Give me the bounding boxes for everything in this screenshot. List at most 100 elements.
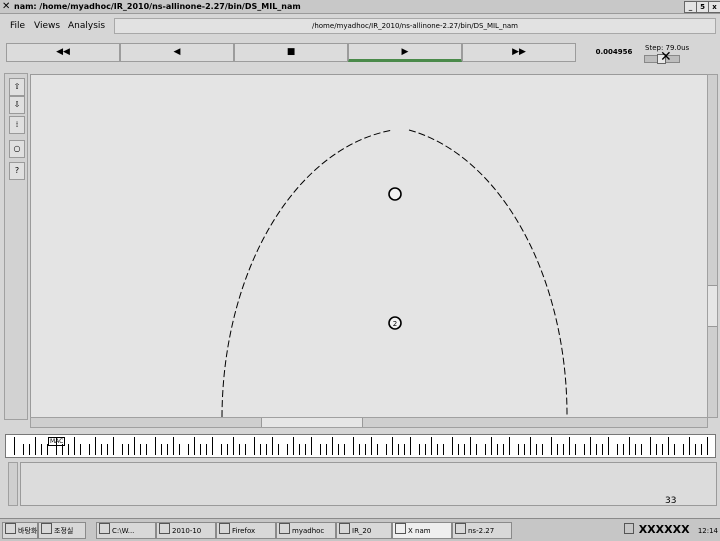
timeline-tick <box>278 444 279 455</box>
folder-icon <box>99 523 110 534</box>
timeline-tick <box>68 444 69 455</box>
timeline-tick <box>320 444 321 455</box>
menu-views[interactable]: Views <box>34 21 60 31</box>
timeline-tick <box>41 444 42 455</box>
x-window-icon: ✕ <box>2 1 11 12</box>
timeline-tick <box>74 437 75 455</box>
edit-icon[interactable]: ⁞ <box>9 116 25 134</box>
annotation-scrollbar[interactable] <box>8 462 18 506</box>
packet-timeline[interactable]: MAC <box>5 434 716 458</box>
taskbar-item-shell[interactable]: IR_20 <box>336 522 392 539</box>
timeline-tick <box>530 437 531 455</box>
timeline-tick <box>656 444 657 455</box>
menu-analysis[interactable]: Analysis <box>68 21 105 31</box>
zoom-out-icon[interactable]: ⇩ <box>9 96 25 114</box>
file-icon <box>41 523 52 534</box>
timeline-tick <box>689 437 690 455</box>
taskbar-item-myadhoc[interactable]: myadhoc <box>276 522 336 539</box>
timeline-tick <box>23 444 24 455</box>
timeline-tick <box>650 437 651 455</box>
taskbar-item-doc[interactable]: 2010-10 <box>156 522 216 539</box>
timeline-tick <box>701 444 702 455</box>
timeline-tick <box>113 437 114 455</box>
timeline-tick <box>245 444 246 455</box>
timeline-tick <box>485 444 486 455</box>
desktop-icon <box>5 523 16 534</box>
timeline-tick <box>62 444 63 455</box>
timeline-tick <box>674 444 675 455</box>
timeline-tick <box>404 444 405 455</box>
taskbar-item-ns[interactable]: ns-2.27 <box>452 522 512 539</box>
timeline-tick <box>452 437 453 455</box>
doc-icon <box>159 523 170 534</box>
tray-icon[interactable] <box>624 523 635 534</box>
current-time: 0.004956 <box>595 48 633 56</box>
timeline-tick <box>518 444 519 455</box>
timeline-tick <box>542 444 543 455</box>
timeline-tick <box>596 444 597 455</box>
timeline-tick <box>239 444 240 455</box>
play-button[interactable]: ▶ <box>348 43 462 62</box>
network-canvas[interactable]: 2 <box>30 74 708 418</box>
timeline-tick <box>590 437 591 455</box>
horizontal-scrollbar[interactable] <box>30 417 708 428</box>
shell-icon <box>339 523 350 534</box>
vertical-scroll-thumb[interactable] <box>708 285 717 327</box>
menu-file[interactable]: File <box>10 21 25 31</box>
folder-icon <box>455 523 466 534</box>
taskbar-item-desktop[interactable]: 바탕화면 <box>2 522 38 539</box>
rewind-button[interactable]: ◀◀ <box>6 43 120 62</box>
zoom-in-icon[interactable]: ⇧ <box>9 78 25 96</box>
timeline-tick <box>662 444 663 455</box>
timeline-tick <box>668 437 669 455</box>
timeline-tick <box>233 437 234 455</box>
transmission-range-right-arc <box>408 129 568 417</box>
timeline-tick <box>200 444 201 455</box>
taskbar-item-firefox[interactable]: Firefox <box>216 522 276 539</box>
timeline-tick <box>575 444 576 455</box>
taskbar-item-nam[interactable]: X nam <box>392 522 452 539</box>
slide-number: 33 <box>665 496 677 506</box>
clock: 12:14 <box>697 527 718 535</box>
timeline-tick <box>353 437 354 455</box>
circle-tool-icon[interactable]: ○ <box>9 140 25 158</box>
fast-forward-button[interactable]: ▶▶ <box>462 43 576 62</box>
timeline-tick <box>155 437 156 455</box>
timeline-tick <box>707 437 708 455</box>
timeline-tick <box>386 444 387 455</box>
transmission-range-left-arc <box>221 129 394 417</box>
timeline-tick <box>359 444 360 455</box>
title-bar: ✕ nam: /home/myadhoc/IR_2010/ns-allinone… <box>0 0 720 14</box>
timeline-tick <box>167 444 168 455</box>
timeline-tick <box>524 444 525 455</box>
timeline-tick <box>293 437 294 455</box>
horizontal-scroll-thumb[interactable] <box>261 418 363 427</box>
vertical-scrollbar[interactable] <box>707 74 718 418</box>
timeline-tick <box>371 437 372 455</box>
step-back-button[interactable]: ◀ <box>120 43 234 62</box>
help-icon[interactable]: ? <box>9 162 25 180</box>
timeline-tick <box>128 444 129 455</box>
system-tray: XXXXXX 12:14 <box>624 522 718 537</box>
timeline-tick <box>476 444 477 455</box>
stop-button[interactable]: ■ <box>234 43 348 62</box>
timeline-tick <box>551 437 552 455</box>
timeline-tick <box>608 437 609 455</box>
close-button[interactable]: x <box>708 1 720 13</box>
timeline-tick <box>272 437 273 455</box>
taskbar-item-explorer[interactable]: C:\W... <box>96 522 156 539</box>
timeline-tick <box>377 444 378 455</box>
timeline-tick <box>122 444 123 455</box>
timeline-tick <box>95 437 96 455</box>
timeline-tick <box>326 444 327 455</box>
timeline-tick <box>266 444 267 455</box>
timeline-tick <box>101 444 102 455</box>
timeline-tick <box>80 444 81 455</box>
annotation-panel[interactable] <box>20 462 717 506</box>
timeline-tick <box>47 444 48 455</box>
taskbar-item-file[interactable]: 조정실 <box>38 522 86 539</box>
node-2-label: 2 <box>393 320 397 328</box>
x-icon <box>395 523 406 534</box>
taskbar: 바탕화면 조정실 C:\W... 2010-10 Firefox myadhoc… <box>0 518 720 541</box>
timeline-tick <box>464 444 465 455</box>
